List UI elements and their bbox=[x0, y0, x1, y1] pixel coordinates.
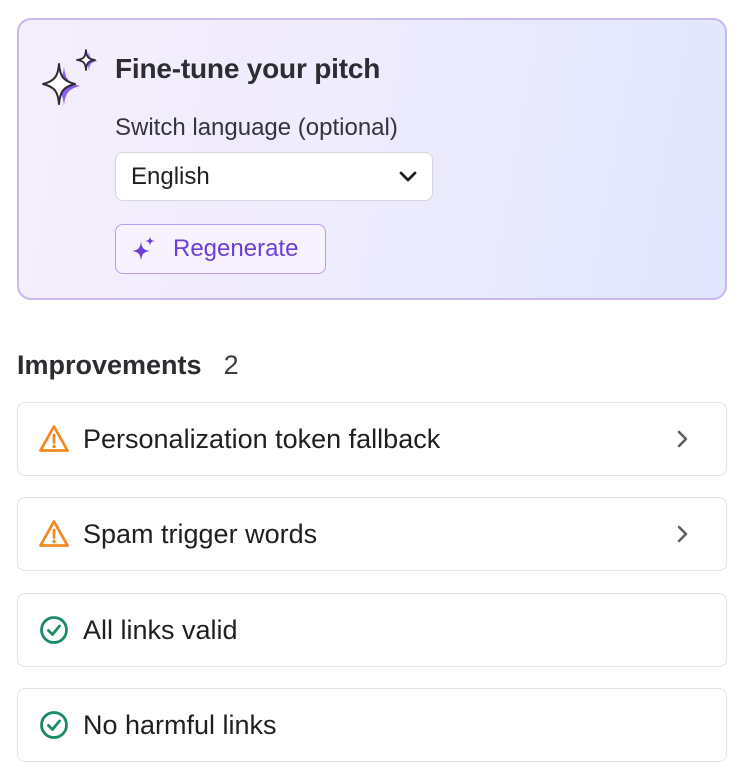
improvements-title: Improvements bbox=[17, 350, 202, 380]
chevron-right-icon bbox=[677, 430, 688, 448]
card-title: Fine-tune your pitch bbox=[115, 53, 381, 84]
check-circle-icon bbox=[40, 711, 68, 739]
chevron-down-icon bbox=[399, 171, 417, 181]
sparkles-icon bbox=[132, 236, 155, 261]
improvement-label: Spam trigger words bbox=[83, 518, 318, 549]
improvements-count: 2 bbox=[223, 350, 239, 380]
improvement-label: No harmful links bbox=[83, 709, 277, 740]
regenerate-label: Regenerate bbox=[173, 235, 299, 262]
chevron-right-icon bbox=[677, 525, 688, 543]
check-circle-icon bbox=[40, 616, 68, 644]
fine-tune-card: Fine-tune your pitch Switch language (op… bbox=[17, 18, 727, 300]
improvement-item-spam-trigger-words[interactable]: Spam trigger words bbox=[17, 497, 727, 571]
improvements-heading: Improvements 2 bbox=[17, 350, 239, 381]
warning-icon bbox=[39, 520, 69, 547]
improvement-label: Personalization token fallback bbox=[83, 423, 441, 454]
language-select-value: English bbox=[131, 162, 210, 190]
improvement-label: All links valid bbox=[83, 614, 238, 645]
warning-icon bbox=[39, 425, 69, 452]
language-label: Switch language (optional) bbox=[115, 114, 398, 141]
sparkles-icon bbox=[42, 49, 98, 106]
improvement-item-no-harmful-links: No harmful links bbox=[17, 688, 727, 762]
improvement-item-all-links-valid: All links valid bbox=[17, 593, 727, 667]
regenerate-button[interactable]: Regenerate bbox=[115, 224, 326, 274]
language-select[interactable]: English bbox=[115, 152, 433, 201]
improvement-item-personalization-token[interactable]: Personalization token fallback bbox=[17, 402, 727, 476]
